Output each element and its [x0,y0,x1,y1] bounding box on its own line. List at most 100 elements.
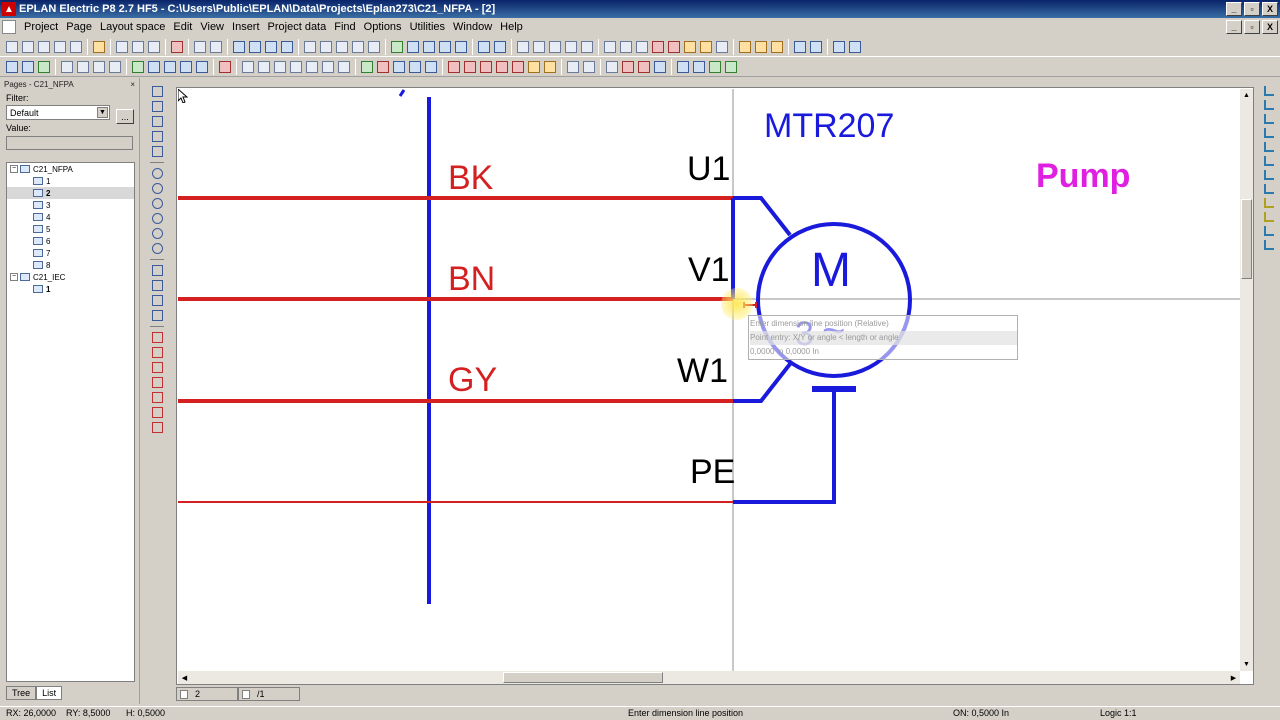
function-text[interactable]: Pump [1036,159,1130,193]
angle-icon[interactable] [1264,240,1274,250]
zoom-out-icon[interactable] [439,40,451,53]
terminal-a-icon[interactable] [361,60,373,73]
tree-page-item-selected[interactable]: 2 [7,187,134,199]
plc-b-icon[interactable] [583,60,595,73]
undo-icon[interactable] [233,40,245,53]
wire-color-bk[interactable]: BK [448,161,493,195]
text-tool-icon[interactable] [849,40,861,53]
corner-up-right-icon[interactable] [1264,100,1274,110]
spline-tool-icon[interactable] [151,265,163,276]
mdi-minimize-button[interactable]: _ [1226,20,1242,34]
tree-collapse-icon[interactable]: − [10,165,18,173]
polygon-tool-icon[interactable] [151,116,163,127]
paste-icon[interactable] [148,40,160,53]
terminal-u1[interactable]: U1 [687,152,730,186]
potential-a-icon[interactable] [132,60,144,73]
polyline-tool-icon[interactable] [151,101,163,112]
dimension-aligned-icon[interactable] [151,347,163,358]
circle-3pt-tool-icon[interactable] [151,183,163,194]
scroll-left-icon[interactable]: ◀ [179,672,190,683]
macro-b-icon[interactable] [638,60,650,73]
grid-b-icon[interactable] [533,40,545,53]
filter-more-button[interactable]: ... [116,109,134,124]
dimension-increment-icon[interactable] [151,377,163,388]
device-d-icon[interactable] [290,60,302,73]
settings-wrench-icon[interactable] [93,40,105,53]
potential-b-icon[interactable] [148,60,160,73]
cable-e-icon[interactable] [512,60,524,73]
potential-d-icon[interactable] [180,60,192,73]
tree-page-item[interactable]: 7 [7,247,134,259]
device-f-icon[interactable] [322,60,334,73]
cable-f-icon[interactable] [528,60,540,73]
undo-list-icon[interactable] [249,40,261,53]
tree-node-project[interactable]: − C21_NFPA [7,163,134,175]
layer-b-icon[interactable] [755,40,767,53]
scroll-right-icon[interactable]: ▶ [1228,672,1239,683]
grid-e-icon[interactable] [581,40,593,53]
interruption-icon[interactable] [219,60,231,73]
hyperlink-icon[interactable] [151,310,163,321]
terminal-w1[interactable]: W1 [677,354,728,388]
snap-mode-icon[interactable] [652,40,664,53]
layer-c-icon[interactable] [771,40,783,53]
connection-b-icon[interactable] [77,60,89,73]
schematic-canvas[interactable]: MTR207 Pump M 3 ~ BK BN GY U1 V1 W1 PE E… [178,89,1240,671]
menu-insert[interactable]: Insert [228,18,264,36]
grid-a-icon[interactable] [517,40,529,53]
zoom-all-icon[interactable] [455,40,467,53]
redo-list-icon[interactable] [281,40,293,53]
open-project-icon[interactable] [22,40,34,53]
page-tab-1[interactable]: /1 [238,687,300,701]
scroll-down-icon[interactable]: ▼ [1241,659,1252,670]
cable-c-icon[interactable] [480,60,492,73]
tree-page-item[interactable]: 1 [7,175,134,187]
snap-center-icon[interactable] [684,40,696,53]
tree-page-item[interactable]: 6 [7,235,134,247]
scroll-up-icon[interactable]: ▲ [1241,90,1252,101]
cursor-b-icon[interactable] [693,60,705,73]
connection-a-icon[interactable] [61,60,73,73]
potential-c-icon[interactable] [164,60,176,73]
window-e-icon[interactable] [368,40,380,53]
cart-icon[interactable] [833,40,845,53]
wire-color-gy[interactable]: GY [448,363,497,397]
maximize-button[interactable]: ▫ [1244,2,1260,16]
wire-color-bn[interactable]: BN [448,262,495,296]
menu-layout-space[interactable]: Layout space [96,18,169,36]
sector-tool-icon[interactable] [151,228,163,239]
navigator-close-icon[interactable]: × [130,80,135,89]
device-c-icon[interactable] [274,60,286,73]
rectangle-tool-icon[interactable] [151,131,163,142]
view-a-icon[interactable] [794,40,806,53]
tee-right-icon[interactable] [1264,170,1274,180]
dimension-radius-icon[interactable] [151,422,163,433]
status-logic[interactable]: Logic 1:1 [1100,708,1137,718]
menu-options[interactable]: Options [360,18,406,36]
terminal-pe[interactable]: PE [690,455,735,489]
connection-d-icon[interactable] [109,60,121,73]
terminal-c-icon[interactable] [393,60,405,73]
mdi-restore-button[interactable]: ▫ [1244,20,1260,34]
close-project-icon[interactable] [38,40,50,53]
plus-green-icon[interactable] [38,60,50,73]
delete-icon[interactable] [171,40,183,53]
snap-end-icon[interactable] [700,40,712,53]
back-icon[interactable] [478,40,490,53]
page-properties-icon[interactable] [22,60,34,73]
line-tool-icon[interactable] [151,86,163,97]
grid-c-icon[interactable] [549,40,561,53]
status-on[interactable]: ON: 0,5000 In [953,708,1009,718]
cursor-a-icon[interactable] [677,60,689,73]
terminal-b-icon[interactable] [377,60,389,73]
device-a-icon[interactable] [242,60,254,73]
copy-icon[interactable] [132,40,144,53]
grid-d-icon[interactable] [565,40,577,53]
terminal-v1[interactable]: V1 [688,253,730,287]
device-tag[interactable]: MTR207 [764,109,894,143]
menu-utilities[interactable]: Utilities [406,18,449,36]
device-e-icon[interactable] [306,60,318,73]
layer-a-icon[interactable] [739,40,751,53]
tree-page-item[interactable]: 1 [7,283,134,295]
view-b-icon[interactable] [810,40,822,53]
